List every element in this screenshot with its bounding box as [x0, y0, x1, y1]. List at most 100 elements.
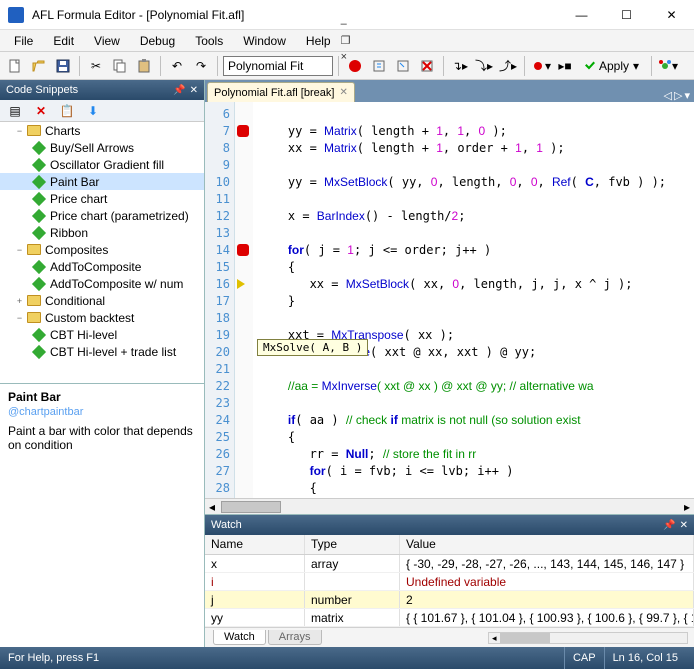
watch-pin-icon[interactable]: 📌 — [663, 520, 675, 531]
tree-item[interactable]: CBT Hi-level — [0, 326, 204, 343]
gutter-blank[interactable] — [235, 378, 253, 395]
mdi-restore-icon[interactable]: ❐ — [341, 34, 686, 47]
close-pane-icon[interactable]: ✕ — [190, 85, 198, 96]
watch-tab-watch[interactable]: Watch — [213, 630, 266, 645]
expand-all-button[interactable]: ▤ — [4, 100, 26, 122]
step-over-button[interactable]: ⤵▸ — [473, 55, 495, 77]
editor-hscrollbar[interactable]: ◂▸ — [205, 498, 694, 514]
gutter-blank[interactable] — [235, 106, 253, 123]
watch-button[interactable]: ▸■ — [554, 55, 576, 77]
settings-button[interactable]: ▾ — [657, 55, 679, 77]
tree-folder[interactable]: −Charts — [0, 122, 204, 139]
watch-grid[interactable]: Name Type Value xarray{ -30, -29, -28, -… — [205, 535, 694, 627]
apply-button[interactable]: Apply ▾ — [578, 55, 646, 77]
gutter-blank[interactable] — [235, 191, 253, 208]
editor-tab[interactable]: Polynomial Fit.afl [break] ✕ — [207, 82, 355, 102]
tree-item[interactable]: Price chart (parametrized) — [0, 207, 204, 224]
formula-name-input[interactable] — [223, 56, 333, 76]
menu-window[interactable]: Window — [233, 31, 296, 51]
watch-row[interactable]: xarray{ -30, -29, -28, -27, -26, ..., 14… — [205, 555, 694, 573]
tab-close-icon[interactable]: ✕ — [339, 87, 347, 98]
gutter-blank[interactable] — [235, 480, 253, 497]
pin-icon[interactable]: 📌 — [173, 85, 185, 96]
code-area[interactable]: yy = Matrix( length + 1, 1, 0 ); xx = Ma… — [253, 102, 694, 498]
tree-item[interactable]: Buy/Sell Arrows — [0, 139, 204, 156]
twist-icon[interactable]: − — [14, 312, 25, 323]
code-editor[interactable]: 6 7 8 9 10 11 12 13 14 15 16 17 18 19 20… — [205, 102, 694, 498]
tab-menu-icon[interactable]: ▾ — [684, 89, 690, 102]
watch-close-icon[interactable]: ✕ — [680, 520, 688, 531]
watch-row[interactable]: iUndefined variable — [205, 573, 694, 591]
watch-hscrollbar[interactable]: ◂ — [488, 632, 688, 644]
watch-row[interactable]: yymatrix{ { 101.67 }, { 101.04 }, { 100.… — [205, 609, 694, 627]
menu-debug[interactable]: Debug — [130, 31, 185, 51]
gutter-blank[interactable] — [235, 174, 253, 191]
watch-col-name[interactable]: Name — [205, 535, 305, 554]
tree-item[interactable]: Ribbon — [0, 224, 204, 241]
snippets-tree[interactable]: −ChartsBuy/Sell ArrowsOscillator Gradien… — [0, 122, 204, 384]
menu-edit[interactable]: Edit — [43, 31, 84, 51]
gutter-blank[interactable] — [235, 395, 253, 412]
breakpoint-button[interactable]: ▾ — [530, 55, 552, 77]
tab-prev-icon[interactable]: ◁ — [664, 89, 672, 102]
tree-folder[interactable]: −Composites — [0, 241, 204, 258]
twist-icon[interactable]: + — [14, 295, 25, 306]
gutter-blank[interactable] — [235, 225, 253, 242]
tool-button-1[interactable] — [368, 55, 390, 77]
menu-tools[interactable]: Tools — [185, 31, 233, 51]
gutter-blank[interactable] — [235, 140, 253, 157]
step-out-button[interactable]: ⤴▸ — [497, 55, 519, 77]
gutter-blank[interactable] — [235, 446, 253, 463]
gutter-blank[interactable] — [235, 310, 253, 327]
gutter-blank[interactable] — [235, 259, 253, 276]
tree-folder[interactable]: +Conditional — [0, 292, 204, 309]
tree-item[interactable]: AddToComposite — [0, 258, 204, 275]
cut-button[interactable]: ✂ — [85, 55, 107, 77]
tree-item[interactable]: Paint Bar — [0, 173, 204, 190]
menu-view[interactable]: View — [84, 31, 130, 51]
watch-row[interactable]: jnumber2 — [205, 591, 694, 609]
tree-item[interactable]: Oscillator Gradient fill — [0, 156, 204, 173]
twist-icon[interactable]: − — [14, 244, 25, 255]
current-line-icon[interactable] — [235, 276, 253, 293]
gutter-blank[interactable] — [235, 463, 253, 480]
gutter-blank[interactable] — [235, 157, 253, 174]
copy-snippet-button[interactable]: 📋 — [56, 100, 78, 122]
breakpoint-gutter[interactable] — [235, 102, 253, 498]
tree-folder[interactable]: −Custom backtest — [0, 309, 204, 326]
gutter-blank[interactable] — [235, 412, 253, 429]
redo-button[interactable]: ↷ — [190, 55, 212, 77]
record-button[interactable] — [344, 55, 366, 77]
gutter-blank[interactable] — [235, 327, 253, 344]
gutter-blank[interactable] — [235, 293, 253, 310]
twist-icon[interactable]: − — [14, 125, 25, 136]
new-file-button[interactable] — [4, 55, 26, 77]
delete-snippet-button[interactable]: ✕ — [30, 100, 52, 122]
breakpoint-icon[interactable] — [235, 242, 253, 259]
open-file-button[interactable] — [28, 55, 50, 77]
gutter-blank[interactable] — [235, 429, 253, 446]
watch-col-value[interactable]: Value — [400, 535, 694, 554]
undo-button[interactable]: ↶ — [166, 55, 188, 77]
tool-button-2[interactable] — [392, 55, 414, 77]
tree-item[interactable]: AddToComposite w/ num — [0, 275, 204, 292]
step-into-button[interactable]: ↴▸ — [449, 55, 471, 77]
save-file-button[interactable] — [52, 55, 74, 77]
breakpoint-icon[interactable] — [235, 123, 253, 140]
menu-file[interactable]: File — [4, 31, 43, 51]
gutter-blank[interactable] — [235, 361, 253, 378]
watch-type: array — [305, 555, 400, 572]
watch-tab-arrays[interactable]: Arrays — [268, 630, 322, 645]
tree-item[interactable]: CBT Hi-level + trade list — [0, 343, 204, 360]
paste-button[interactable] — [133, 55, 155, 77]
watch-col-type[interactable]: Type — [305, 535, 400, 554]
menu-help[interactable]: Help — [296, 31, 341, 51]
tab-next-icon[interactable]: ▷ — [674, 89, 682, 102]
import-snippet-button[interactable]: ⬇ — [82, 100, 104, 122]
gutter-blank[interactable] — [235, 344, 253, 361]
gutter-blank[interactable] — [235, 208, 253, 225]
copy-button[interactable] — [109, 55, 131, 77]
mdi-minimize-icon[interactable]: – — [341, 18, 686, 30]
tree-item[interactable]: Price chart — [0, 190, 204, 207]
clear-button[interactable] — [416, 55, 438, 77]
